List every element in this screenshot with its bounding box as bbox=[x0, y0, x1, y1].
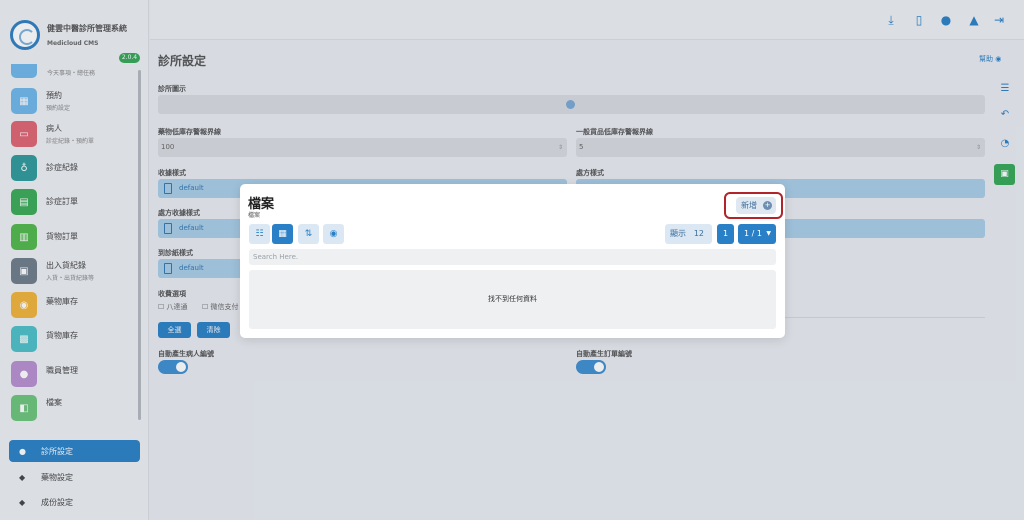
grid-view-button[interactable]: ▦ bbox=[272, 224, 293, 244]
list-view-button[interactable]: ☷ bbox=[249, 224, 270, 244]
preview-button[interactable]: ◉ bbox=[323, 224, 344, 244]
sort-icon: ⇅ bbox=[304, 229, 313, 239]
page-size-value: 12 bbox=[693, 229, 704, 238]
page-select-value: 1 / 1 bbox=[744, 229, 762, 238]
page-select[interactable]: 1 / 1 ▼ bbox=[738, 224, 776, 244]
sort-button[interactable]: ⇅ bbox=[298, 224, 319, 244]
page-number-button[interactable]: 1 bbox=[717, 224, 734, 244]
plus-icon: + bbox=[763, 201, 772, 210]
modal-subtitle: 檔案 bbox=[248, 212, 261, 219]
add-file-button[interactable]: 新增 + bbox=[736, 197, 776, 214]
chevron-down-icon: ▼ bbox=[766, 230, 771, 237]
eye-icon: ◉ bbox=[329, 229, 338, 239]
grid-icon: ▦ bbox=[278, 229, 287, 239]
list-icon: ☷ bbox=[255, 229, 264, 239]
files-modal: 檔案 檔案 新增 + ☷ ▦ ⇅ ◉ 顯示 12 1 1 / 1 ▼ 找不到任何… bbox=[240, 184, 785, 338]
page-size-label: 顯示 bbox=[670, 229, 686, 238]
search-input[interactable] bbox=[249, 249, 776, 265]
add-file-label: 新增 bbox=[741, 201, 757, 210]
empty-state: 找不到任何資料 bbox=[249, 270, 776, 329]
page-size-select[interactable]: 顯示 12 bbox=[665, 224, 712, 244]
